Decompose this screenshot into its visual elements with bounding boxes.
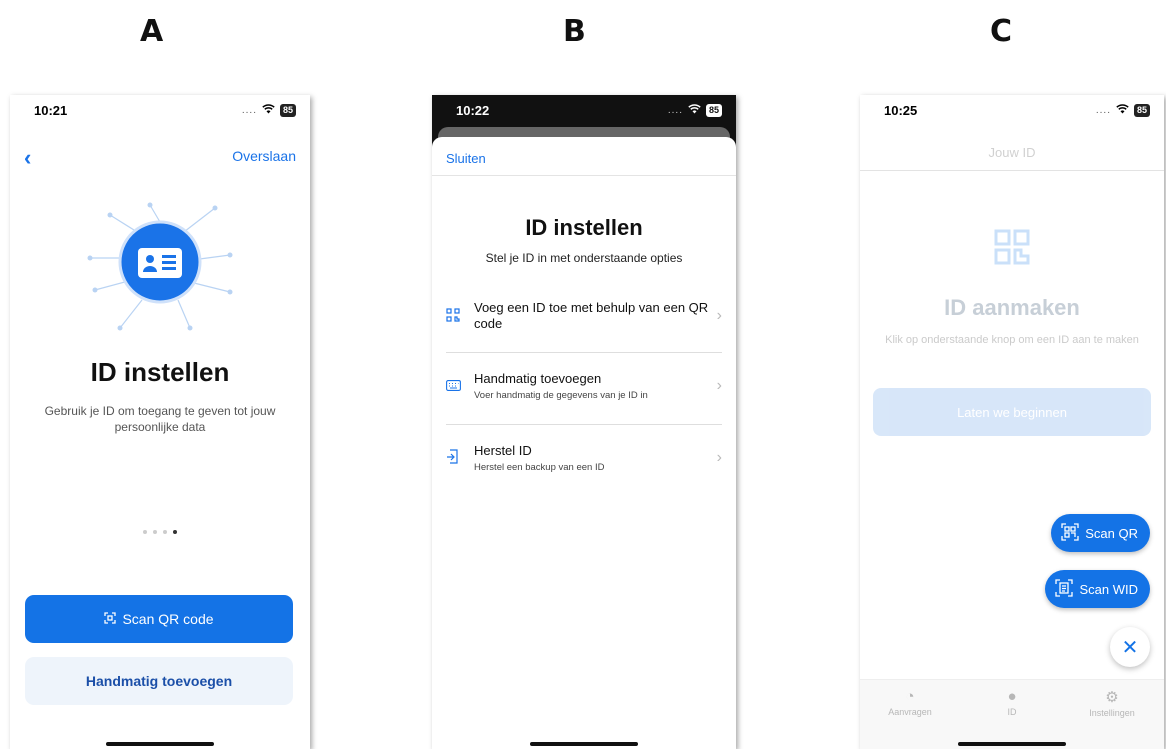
page-dot [163,530,167,534]
bottom-sheet: Sluiten ID instellen Stel je ID in met o… [432,137,736,749]
close-link[interactable]: Sluiten [446,151,486,166]
chevron-right-icon: › [716,377,722,394]
manual-add-button[interactable]: Handmatig toevoegen [25,657,293,705]
tab-bar: ◔ Aanvragen ● ID ⚙ Instellingen [860,679,1164,749]
page-description: Klik op onderstaande knop om een ID aan … [885,334,1139,346]
status-bar: 10:25 .... 85 [860,95,1164,125]
page-indicator [10,521,310,539]
battery-icon: 85 [279,104,296,117]
tab-label: Instellingen [1089,708,1135,718]
close-fab-icon[interactable]: ✕ [1110,627,1150,667]
divider [432,175,736,176]
option-title: Voeg een ID toe met behulp van een QR co… [474,300,709,331]
wifi-icon [262,104,275,117]
tab-label: Aanvragen [888,707,932,717]
phone-a-screen: 10:21 .... 85 ‹ Overslaan ID instellen G… [10,95,310,749]
scan-qr-code-button[interactable]: Scan QR code [25,595,293,643]
divider [446,352,722,353]
gear-icon: ⚙ [1105,689,1119,706]
phone-b-screen: 10:22 .... 85 Sluiten ID instellen Stel … [432,95,736,749]
requests-icon: ◔ [905,688,915,705]
wifi-icon [688,104,701,117]
status-time: 10:21 [34,103,68,118]
option-qr-code[interactable]: Voeg een ID toe met behulp van een QR co… [446,289,722,343]
qr-scan-icon [1061,522,1079,544]
home-indicator [530,742,638,746]
sheet-subtitle: Stel je ID in met onderstaande opties [485,251,683,265]
option-manual-add[interactable]: Handmatig toevoegen Voer handmatig de ge… [446,359,722,413]
signal-icon: .... [1095,105,1111,116]
tab-settings[interactable]: ⚙ Instellingen [1072,688,1152,718]
chevron-right-icon: › [716,307,722,324]
wifi-icon [1116,104,1129,117]
id-card-illustration [80,200,240,340]
battery-icon: 85 [705,104,722,117]
signal-icon: .... [667,105,683,116]
get-started-button[interactable]: Laten we beginnen [873,388,1151,436]
header-title: Jouw ID [988,145,1036,160]
status-bar: 10:21 .... 85 [10,95,310,125]
scan-qr-label: Scan QR [1085,525,1138,541]
scan-wid-fab[interactable]: Scan WID [1045,570,1150,608]
label-a: A [140,14,164,49]
option-restore-id[interactable]: Herstel ID Herstel een backup van een ID… [446,431,722,485]
status-bar: 10:22 .... 85 [432,95,736,125]
phone-c-screen: 10:25 .... 85 Jouw ID ID aanmaken Klik o… [860,95,1164,749]
qr-code-icon [992,227,1032,267]
tab-label: ID [1007,707,1017,717]
battery-icon: 85 [1133,104,1150,117]
signal-icon: .... [241,105,257,116]
qr-scan-icon [104,611,117,627]
status-time: 10:25 [884,103,918,118]
option-title: Handmatig toevoegen [474,371,602,386]
sheet-title: ID instellen [525,215,643,240]
option-title: Herstel ID [474,443,532,458]
back-chevron-icon[interactable]: ‹ [24,145,31,171]
status-time: 10:22 [456,103,490,118]
label-b: B [563,14,586,49]
page-dot [153,530,157,534]
scan-qr-fab[interactable]: Scan QR [1051,514,1150,552]
option-subtitle: Herstel een backup van een ID [474,462,605,473]
qr-icon [446,307,464,325]
document-scan-icon [1055,578,1074,600]
tab-requests[interactable]: ◔ Aanvragen [870,688,950,717]
keyboard-icon [446,379,464,394]
home-indicator [958,742,1066,746]
label-c: C [990,14,1013,49]
scan-wid-label: Scan WID [1079,581,1138,597]
restore-icon [446,449,464,467]
scan-qr-code-label: Scan QR code [122,611,214,627]
page-title: ID aanmaken [944,295,1080,320]
page-description: Gebruik je ID om toegang te geven tot jo… [44,404,276,434]
skip-link[interactable]: Overslaan [232,148,296,164]
chevron-right-icon: › [716,449,722,466]
person-icon: ● [1007,688,1017,705]
divider [446,424,722,425]
page-dot [143,530,147,534]
option-subtitle: Voer handmatig de gegevens van je ID in [474,390,648,401]
page-dot-active [173,530,177,534]
home-indicator [106,742,214,746]
tab-id[interactable]: ● ID [972,688,1052,717]
page-title: ID instellen [90,357,230,387]
